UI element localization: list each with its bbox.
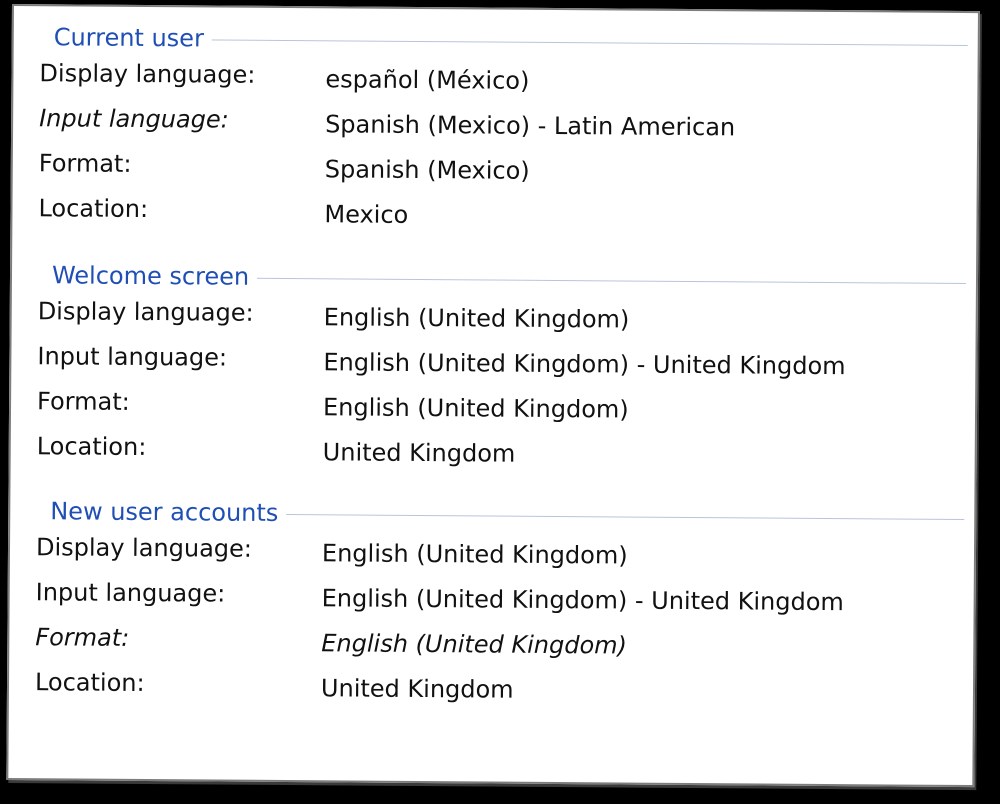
row-label: Format: <box>36 387 130 416</box>
row-value: English (United Kingdom) - United Kingdo… <box>321 584 844 617</box>
section-title: Current user <box>53 22 212 54</box>
row-display-language: Display language: English (United Kingdo… <box>10 530 974 582</box>
row-display-language: Display language: español (México) <box>13 56 977 108</box>
row-location: Location: United Kingdom <box>9 665 973 717</box>
section-welcome-screen: Welcome screen Display language: English… <box>11 260 977 481</box>
row-label: Display language: <box>35 533 253 563</box>
row-label: Format: <box>35 623 130 652</box>
row-value: English (United Kingdom) - United Kingdo… <box>323 348 846 381</box>
row-location: Location: United Kingdom <box>11 429 975 481</box>
row-input-language: Input language: English (United Kingdom)… <box>9 575 973 627</box>
row-location: Location: Mexico <box>12 191 976 243</box>
row-input-language: Input language: English (United Kingdom)… <box>11 339 975 391</box>
row-format: Format: English (United Kingdom) <box>9 620 973 672</box>
row-value: Mexico <box>324 200 409 229</box>
row-value: English (United Kingdom) <box>323 303 630 334</box>
row-label: Location: <box>34 668 145 697</box>
row-label: Display language: <box>39 59 256 89</box>
section-title: New user accounts <box>50 496 287 529</box>
row-label: Location: <box>38 194 149 224</box>
row-value: Spanish (Mexico) - Latin American <box>325 110 736 142</box>
row-label: Input language: <box>39 104 229 134</box>
row-value: United Kingdom <box>322 438 516 468</box>
row-format: Format: English (United Kingdom) <box>11 384 975 436</box>
row-value: English (United Kingdom) <box>322 393 629 424</box>
row-input-language: Input language: Spanish (Mexico) - Latin… <box>13 101 977 153</box>
row-value: Spanish (Mexico) <box>324 155 530 185</box>
row-value: English (United Kingdom) <box>321 629 628 660</box>
row-label: Input language: <box>37 342 228 372</box>
regional-settings-panel: Current user Display language: español (… <box>6 4 980 788</box>
section-new-user-accounts: New user accounts Display language: Engl… <box>9 496 975 717</box>
row-label: Display language: <box>37 297 254 327</box>
row-value: United Kingdom <box>320 674 514 704</box>
row-label: Location: <box>36 432 147 461</box>
row-label: Format: <box>38 149 132 178</box>
screenshot-frame: Current user Display language: español (… <box>6 0 996 800</box>
section-current-user: Current user Display language: español (… <box>12 22 978 243</box>
row-label: Input language: <box>35 578 226 608</box>
row-value: English (United Kingdom) <box>321 539 628 570</box>
row-display-language: Display language: English (United Kingdo… <box>12 294 976 346</box>
row-format: Format: Spanish (Mexico) <box>13 146 977 198</box>
row-value: español (México) <box>325 65 530 95</box>
section-title: Welcome screen <box>51 260 258 292</box>
